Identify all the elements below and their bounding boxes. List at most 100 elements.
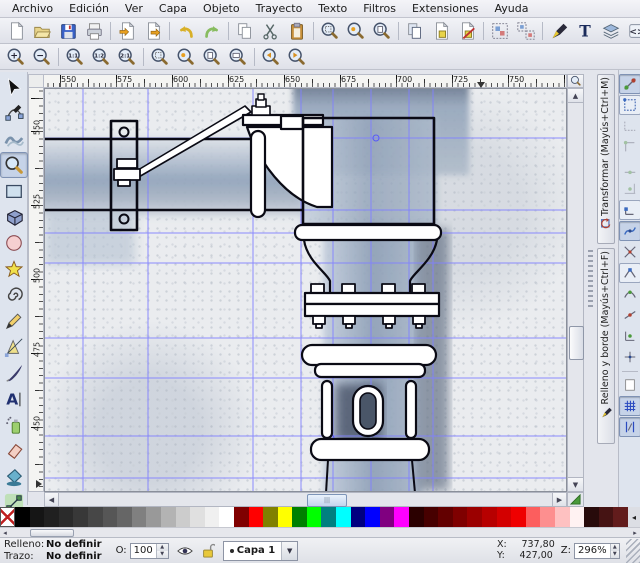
palette-swatch[interactable] <box>570 507 585 527</box>
palette-swatch[interactable] <box>292 507 307 527</box>
window-resize-grip[interactable] <box>626 539 640 563</box>
opacity-up-arrow[interactable]: ▲ <box>157 544 168 551</box>
palette-swatch[interactable] <box>409 507 424 527</box>
palette-swatch[interactable] <box>497 507 512 527</box>
zoom-2-1-button[interactable]: 2:1 <box>114 45 140 69</box>
menu-texto[interactable]: Texto <box>310 1 355 16</box>
tool-star[interactable] <box>0 256 28 282</box>
dock-tab-transform[interactable]: Transformar (Mayús+Ctrl+M) <box>597 74 615 244</box>
menu-ayuda[interactable]: Ayuda <box>486 1 536 16</box>
palette-swatch[interactable] <box>132 507 147 527</box>
opacity-down-arrow[interactable]: ▼ <box>157 551 168 558</box>
snap-page-border-button[interactable] <box>619 375 640 395</box>
snap-nodes-button[interactable] <box>619 200 640 220</box>
snap-bbox-corners-button[interactable] <box>619 137 640 157</box>
dock-tab-fill-stroke[interactable]: Relleno y borde (Mayús+Ctrl+F) <box>597 248 615 444</box>
snap-guides-button[interactable] <box>619 417 640 437</box>
palette-swatch[interactable] <box>380 507 395 527</box>
sticky-zoom-button[interactable] <box>567 74 584 88</box>
open-document-button[interactable] <box>29 19 55 43</box>
palette-swatch[interactable] <box>190 507 205 527</box>
xml-editor-button[interactable]: <> <box>624 19 640 43</box>
snap-line-midpoints-button[interactable] <box>619 305 640 325</box>
palette-swatch[interactable] <box>540 507 555 527</box>
palette-scrollbar[interactable]: ◂ ▸ <box>0 527 640 537</box>
scroll-down-arrow[interactable]: ▼ <box>568 477 583 491</box>
palette-swatch[interactable] <box>555 507 570 527</box>
layers-dialog-button[interactable] <box>598 19 624 43</box>
create-clone-button[interactable] <box>428 19 454 43</box>
ungroup-button[interactable] <box>513 19 539 43</box>
zoom-drawing-button[interactable] <box>343 19 369 43</box>
zoom-1-2-button[interactable]: 1:2 <box>88 45 114 69</box>
redo-button[interactable] <box>199 19 225 43</box>
snap-cusp-nodes-button[interactable] <box>619 263 640 283</box>
palette-swatch[interactable] <box>146 507 161 527</box>
tool-calligraphy[interactable] <box>0 360 28 386</box>
no-color-swatch[interactable] <box>0 507 15 527</box>
paste-button[interactable] <box>284 19 310 43</box>
palette-swatch[interactable] <box>613 507 628 527</box>
tool-spiral[interactable] <box>0 282 28 308</box>
text-dialog-button[interactable]: T <box>572 19 598 43</box>
zoom-page-button[interactable] <box>369 19 395 43</box>
menu-ver[interactable]: Ver <box>117 1 151 16</box>
export-button[interactable] <box>140 19 166 43</box>
palette-swatch[interactable] <box>599 507 614 527</box>
fill-stroke-indicator[interactable]: Relleno:No definir Trazo:No definir <box>0 539 102 562</box>
palette-swatch[interactable] <box>15 507 30 527</box>
snap-bbox-centers-button[interactable] <box>619 179 640 199</box>
scroll-up-arrow[interactable]: ▲ <box>568 89 583 103</box>
tool-eraser[interactable] <box>0 438 28 464</box>
palette-swatch[interactable] <box>234 507 249 527</box>
snap-grids-button[interactable] <box>619 396 640 416</box>
menu-extensiones[interactable]: Extensiones <box>404 1 487 16</box>
opacity-spinbox[interactable]: 100 ▲▼ <box>130 543 169 559</box>
snap-paths-button[interactable] <box>619 221 640 241</box>
scroll-left-arrow[interactable]: ◀ <box>45 493 59 506</box>
palette-swatch[interactable] <box>365 507 380 527</box>
tool-zoom[interactable] <box>0 152 28 178</box>
palette-swatch[interactable] <box>584 507 599 527</box>
tool-text[interactable]: A <box>0 386 28 412</box>
menu-trayecto[interactable]: Trayecto <box>248 1 311 16</box>
zoom-in-button[interactable]: + <box>3 45 29 69</box>
snap-object-centers-button[interactable] <box>619 326 640 346</box>
color-management-button[interactable] <box>567 492 584 507</box>
vertical-scroll-thumb[interactable] <box>569 326 584 360</box>
fill-stroke-dialog-button[interactable] <box>546 19 572 43</box>
zoom-page-width-button[interactable] <box>225 45 251 69</box>
palette-swatch[interactable] <box>394 507 409 527</box>
snap-master-button[interactable] <box>619 74 640 94</box>
print-button[interactable] <box>81 19 107 43</box>
palette-swatch[interactable] <box>482 507 497 527</box>
tool-tweak[interactable] <box>0 126 28 152</box>
new-document-button[interactable] <box>3 19 29 43</box>
zoom-drawing-button[interactable] <box>173 45 199 69</box>
layer-visibility-toggle[interactable] <box>177 544 193 558</box>
layer-lock-toggle[interactable] <box>201 543 215 558</box>
palette-swatch[interactable] <box>467 507 482 527</box>
snap-path-intersections-button[interactable] <box>619 242 640 262</box>
zoom-1-1-button[interactable]: 1:1 <box>62 45 88 69</box>
menu-objeto[interactable]: Objeto <box>195 1 248 16</box>
vertical-scrollbar[interactable]: ▲ ▼ <box>567 88 584 492</box>
palette-swatch[interactable] <box>307 507 322 527</box>
tool-spray[interactable] <box>0 412 28 438</box>
palette-swatch[interactable] <box>73 507 88 527</box>
tool-paint-bucket[interactable] <box>0 464 28 490</box>
zoom-up-arrow[interactable]: ▲ <box>611 544 619 551</box>
palette-swatch[interactable] <box>249 507 264 527</box>
tool-ellipse[interactable] <box>0 230 28 256</box>
palette-swatch[interactable] <box>278 507 293 527</box>
menu-capa[interactable]: Capa <box>151 1 195 16</box>
palette-swatch[interactable] <box>263 507 278 527</box>
zoom-selection-button[interactable] <box>317 19 343 43</box>
zoom-next-button[interactable] <box>284 45 310 69</box>
snap-bbox-edge-midpoints-button[interactable] <box>619 158 640 178</box>
import-button[interactable] <box>114 19 140 43</box>
vertical-ruler[interactable]: 550 525 500 475 450 <box>28 88 44 492</box>
scroll-right-arrow[interactable]: ▶ <box>552 493 566 506</box>
palette-swatch[interactable] <box>44 507 59 527</box>
menu-edicion[interactable]: Edición <box>61 1 117 16</box>
